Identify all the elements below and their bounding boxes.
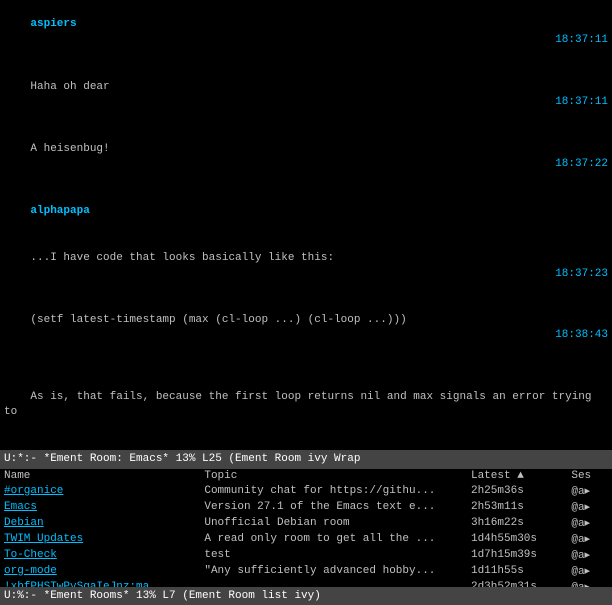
chat-code: (setf latest-timestamp (max (cl-loop ...… [4,297,608,359]
room-name-cell[interactable]: Emacs [0,499,200,515]
timestamp: 18:38:43 [555,328,608,343]
room-name-cell[interactable]: org-mode [0,563,200,579]
table-row: #organiceCommunity chat for https://gith… [0,483,612,499]
room-latest-cell: 3h16m22s [467,515,567,531]
room-name-cell[interactable]: !xbfPHSTwPySgaIeJnz:ma... [0,579,200,587]
username-alphapapa: alphapapa [30,205,89,217]
chat-area: aspiers 18:37:11 Haha oh dear 18:37:11 A… [0,0,612,450]
room-sess-cell: @a▸ [567,563,612,579]
chat-message: aspiers 18:37:11 [4,2,608,64]
room-topic-cell: "Any sufficiently advanced hobby... [200,563,467,579]
room-topic-cell: Unofficial Debian room [200,515,467,531]
room-topic-cell [200,579,467,587]
room-table-area: Name Topic Latest ▲ Ses #organiceCommuni… [0,469,612,587]
chat-message: A heisenbug! 18:37:22 [4,126,608,188]
chat-message: Haha oh dear 18:37:11 [4,65,608,127]
chat-message: As is, that fails, because the first loo… [4,374,608,436]
chat-message: compare nil. But if I do this, it works: [4,436,608,450]
chat-message: alphapapa [4,189,608,235]
table-row: To-Checktest1d7h15m39s@a▸ [0,547,612,563]
status-top-label: U:*:- *Ement Room: Emacs* 13% L25 (Ement… [4,453,360,465]
room-latest-cell: 1d4h55m30s [467,531,567,547]
timestamp: 18:37:22 [555,157,608,172]
table-header-row: Name Topic Latest ▲ Ses [0,469,612,483]
room-latest-cell: 2h53m11s [467,499,567,515]
room-name-cell[interactable]: TWIM Updates [0,531,200,547]
room-sess-cell: @a▸ [567,579,612,587]
room-latest-cell: 2d3h52m31s [467,579,567,587]
room-topic-cell: Community chat for https://githu... [200,483,467,499]
room-sess-cell: @a▸ [567,483,612,499]
room-name-cell[interactable]: Debian [0,515,200,531]
col-header-topic: Topic [200,469,467,483]
col-header-name: Name [0,469,200,483]
chat-message: ...I have code that looks basically like… [4,236,608,298]
room-table: Name Topic Latest ▲ Ses #organiceCommuni… [0,469,612,587]
room-sess-cell: @a▸ [567,531,612,547]
status-bar-top: U:*:- *Ement Room: Emacs* 13% L25 (Ement… [0,450,612,469]
blank-line [4,359,608,374]
table-row: EmacsVersion 27.1 of the Emacs text e...… [0,499,612,515]
room-name-cell[interactable]: To-Check [0,547,200,563]
room-topic-cell: A read only room to get all the ... [200,531,467,547]
room-name-cell[interactable]: #organice [0,483,200,499]
room-sess-cell: @a▸ [567,499,612,515]
room-latest-cell: 2h25m36s [467,483,567,499]
room-sess-cell: @a▸ [567,515,612,531]
room-latest-cell: 1d11h55s [467,563,567,579]
table-row: !xbfPHSTwPySgaIeJnz:ma... 2d3h52m31s@a▸ [0,579,612,587]
room-topic-cell: Version 27.1 of the Emacs text e... [200,499,467,515]
timestamp: 18:37:11 [555,33,608,48]
col-header-sess: Ses [567,469,612,483]
username-aspiers: aspiers [30,18,76,30]
room-topic-cell: test [200,547,467,563]
timestamp: 18:37:11 [555,95,608,110]
col-header-latest: Latest ▲ [467,469,567,483]
room-latest-cell: 1d7h15m39s [467,547,567,563]
table-row: org-mode"Any sufficiently advanced hobby… [0,563,612,579]
table-row: TWIM UpdatesA read only room to get all … [0,531,612,547]
room-sess-cell: @a▸ [567,547,612,563]
status-bar-bottom: U:%:- *Ement Rooms* 13% L7 (Ement Room l… [0,587,612,605]
table-row: DebianUnofficial Debian room3h16m22s@a▸ [0,515,612,531]
timestamp: 18:37:23 [555,267,608,282]
